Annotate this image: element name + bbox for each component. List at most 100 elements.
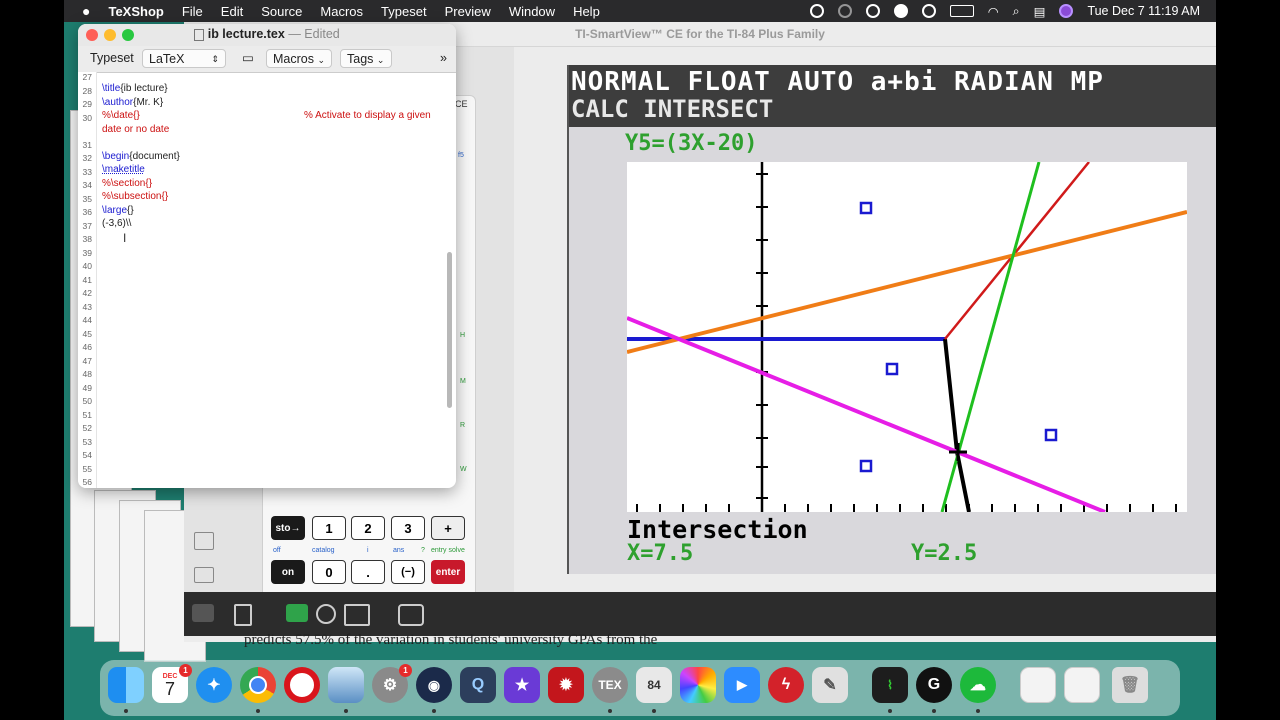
editor-scrollbar[interactable] <box>447 252 452 408</box>
line-number: 30 <box>82 112 92 123</box>
system-preferences-icon[interactable]: ⚙ 1 <box>372 664 412 703</box>
key-label-f5: f5 <box>458 152 464 159</box>
key-label-i: i <box>367 547 369 554</box>
macros-menu-label: Macros <box>273 52 314 66</box>
finder-icon[interactable] <box>108 667 144 713</box>
power-app-icon[interactable]: ϟ <box>768 667 804 703</box>
key-2[interactable]: 2 <box>351 516 385 540</box>
airdrop-icon[interactable] <box>921 4 936 18</box>
key-label-h: H <box>460 332 466 339</box>
sto-key[interactable]: sto→ <box>271 516 305 540</box>
sync-status-icon[interactable] <box>837 4 852 18</box>
line-number: 33 <box>82 166 92 177</box>
ti-toolbar <box>184 592 1216 636</box>
menu-preview[interactable]: Preview <box>445 4 491 19</box>
search-icon[interactable]: ⌕ <box>1013 4 1020 19</box>
cloud-app-icon[interactable]: ☁ <box>960 667 996 713</box>
menu-file[interactable]: File <box>182 4 203 19</box>
layout-icon[interactable] <box>344 604 370 626</box>
edited-indicator: — Edited <box>288 27 340 41</box>
line-number: 35 <box>82 193 92 204</box>
screen-view-icon[interactable] <box>194 567 214 583</box>
safari-icon[interactable]: ✦ <box>196 667 232 703</box>
downloads-stack-icon[interactable] <box>1020 667 1056 703</box>
enter-key[interactable]: enter <box>431 560 465 584</box>
documents-stack-icon[interactable] <box>1064 667 1100 703</box>
chrome-icon[interactable] <box>240 667 276 713</box>
menu-macros[interactable]: Macros <box>320 4 363 19</box>
siri-icon[interactable] <box>1059 4 1074 18</box>
toolbar-overflow-icon[interactable]: » <box>434 49 453 68</box>
cloud-status-icon[interactable] <box>865 4 880 18</box>
steam-icon[interactable]: ◉ <box>416 667 452 713</box>
plot-point <box>859 459 873 473</box>
record-status-icon[interactable] <box>809 4 824 18</box>
line-number: 34 <box>82 180 92 190</box>
key-0[interactable]: 0 <box>312 560 346 584</box>
control-center-icon[interactable]: ▤ <box>1034 4 1046 19</box>
document-icon <box>194 28 205 41</box>
opera-icon[interactable] <box>284 667 320 703</box>
dock: DEC 7 1 ✦ ⚙ 1 ◉ Q ★ ✹ TEX 84 ▶ ϟ ✎ ⌇ G ☁ … <box>100 660 1180 716</box>
imovie-icon[interactable]: ★ <box>504 667 540 703</box>
menu-help[interactable]: Help <box>573 4 600 19</box>
key-label-m: M <box>460 378 466 385</box>
line-number: 40 <box>82 261 92 271</box>
brush-app-icon[interactable]: ✎ <box>812 667 848 703</box>
print-icon[interactable]: ▭ <box>236 49 260 68</box>
calculator-menu-icon[interactable] <box>234 604 252 626</box>
equation-label: Y5=(3X-20) <box>625 131 758 156</box>
quicktime-icon[interactable]: Q <box>460 667 496 703</box>
mathematica-icon[interactable]: ✹ <box>548 667 584 703</box>
history-icon[interactable] <box>316 604 336 624</box>
typeset-button[interactable]: Typeset <box>84 49 140 68</box>
red-graph-line <box>944 162 1090 340</box>
menu-app-name[interactable]: TeXShop <box>108 4 163 19</box>
line-number: 50 <box>82 396 92 406</box>
grammarly-icon[interactable] <box>893 4 908 18</box>
magenta-graph-line <box>627 316 1106 512</box>
photos-icon[interactable] <box>680 667 716 703</box>
engine-select[interactable]: LaTeX ⇕ <box>142 49 226 68</box>
texshop-icon[interactable]: TEX <box>592 667 628 713</box>
calendar-icon[interactable]: DEC 7 1 <box>152 664 192 703</box>
plot-point <box>885 362 899 376</box>
graph-area[interactable] <box>627 162 1187 512</box>
tags-menu[interactable]: Tags ⌄ <box>340 49 392 68</box>
key-label-entry-solve: entry solve <box>431 547 465 554</box>
plus-key[interactable]: + <box>431 516 465 540</box>
code-line-33: \maketitle <box>102 164 145 175</box>
menu-edit[interactable]: Edit <box>221 4 243 19</box>
apple-icon[interactable]: ● <box>82 3 90 19</box>
logitech-icon[interactable]: G <box>916 667 952 713</box>
menu-source[interactable]: Source <box>261 4 302 19</box>
source-editor[interactable]: \title{ib lecture} \author{Mr. K} %\date… <box>97 72 456 488</box>
line-number: 32 <box>82 153 92 163</box>
prefs-badge: 1 <box>399 664 412 677</box>
negative-key[interactable]: (−) <box>391 560 425 584</box>
calculator-screen[interactable]: NORMAL FLOAT AUTO a+bi RADIAN MP CALC IN… <box>567 65 1216 574</box>
line-number: 39 <box>82 247 92 258</box>
calc-label: 84 <box>647 678 661 692</box>
keypad-view-icon[interactable] <box>194 532 214 550</box>
preview-icon[interactable] <box>328 667 364 713</box>
decimal-key[interactable]: . <box>351 560 385 584</box>
key-label-ce: CE <box>455 99 468 109</box>
menubar-clock[interactable]: Tue Dec 7 11:19 AM <box>1087 4 1200 18</box>
trash-icon[interactable]: 🗑 <box>1112 667 1148 703</box>
send-to-calculator-icon[interactable] <box>286 604 308 622</box>
menu-window[interactable]: Window <box>509 4 555 19</box>
battery-icon[interactable] <box>949 5 974 17</box>
ti-smartview-icon[interactable]: 84 <box>636 667 672 713</box>
on-key[interactable]: on <box>271 560 305 584</box>
key-1[interactable]: 1 <box>312 516 346 540</box>
wifi-icon[interactable]: ◠ <box>988 4 999 19</box>
code-line-36: \large{} <box>102 204 134 216</box>
camera-icon[interactable] <box>398 604 424 626</box>
key-3[interactable]: 3 <box>391 516 425 540</box>
macros-menu[interactable]: Macros ⌄ <box>266 49 332 68</box>
zoom-icon[interactable]: ▶ <box>724 667 760 703</box>
activity-monitor-icon[interactable]: ⌇ <box>872 667 908 713</box>
menu-typeset[interactable]: Typeset <box>381 4 427 19</box>
line-number: 46 <box>82 342 92 352</box>
